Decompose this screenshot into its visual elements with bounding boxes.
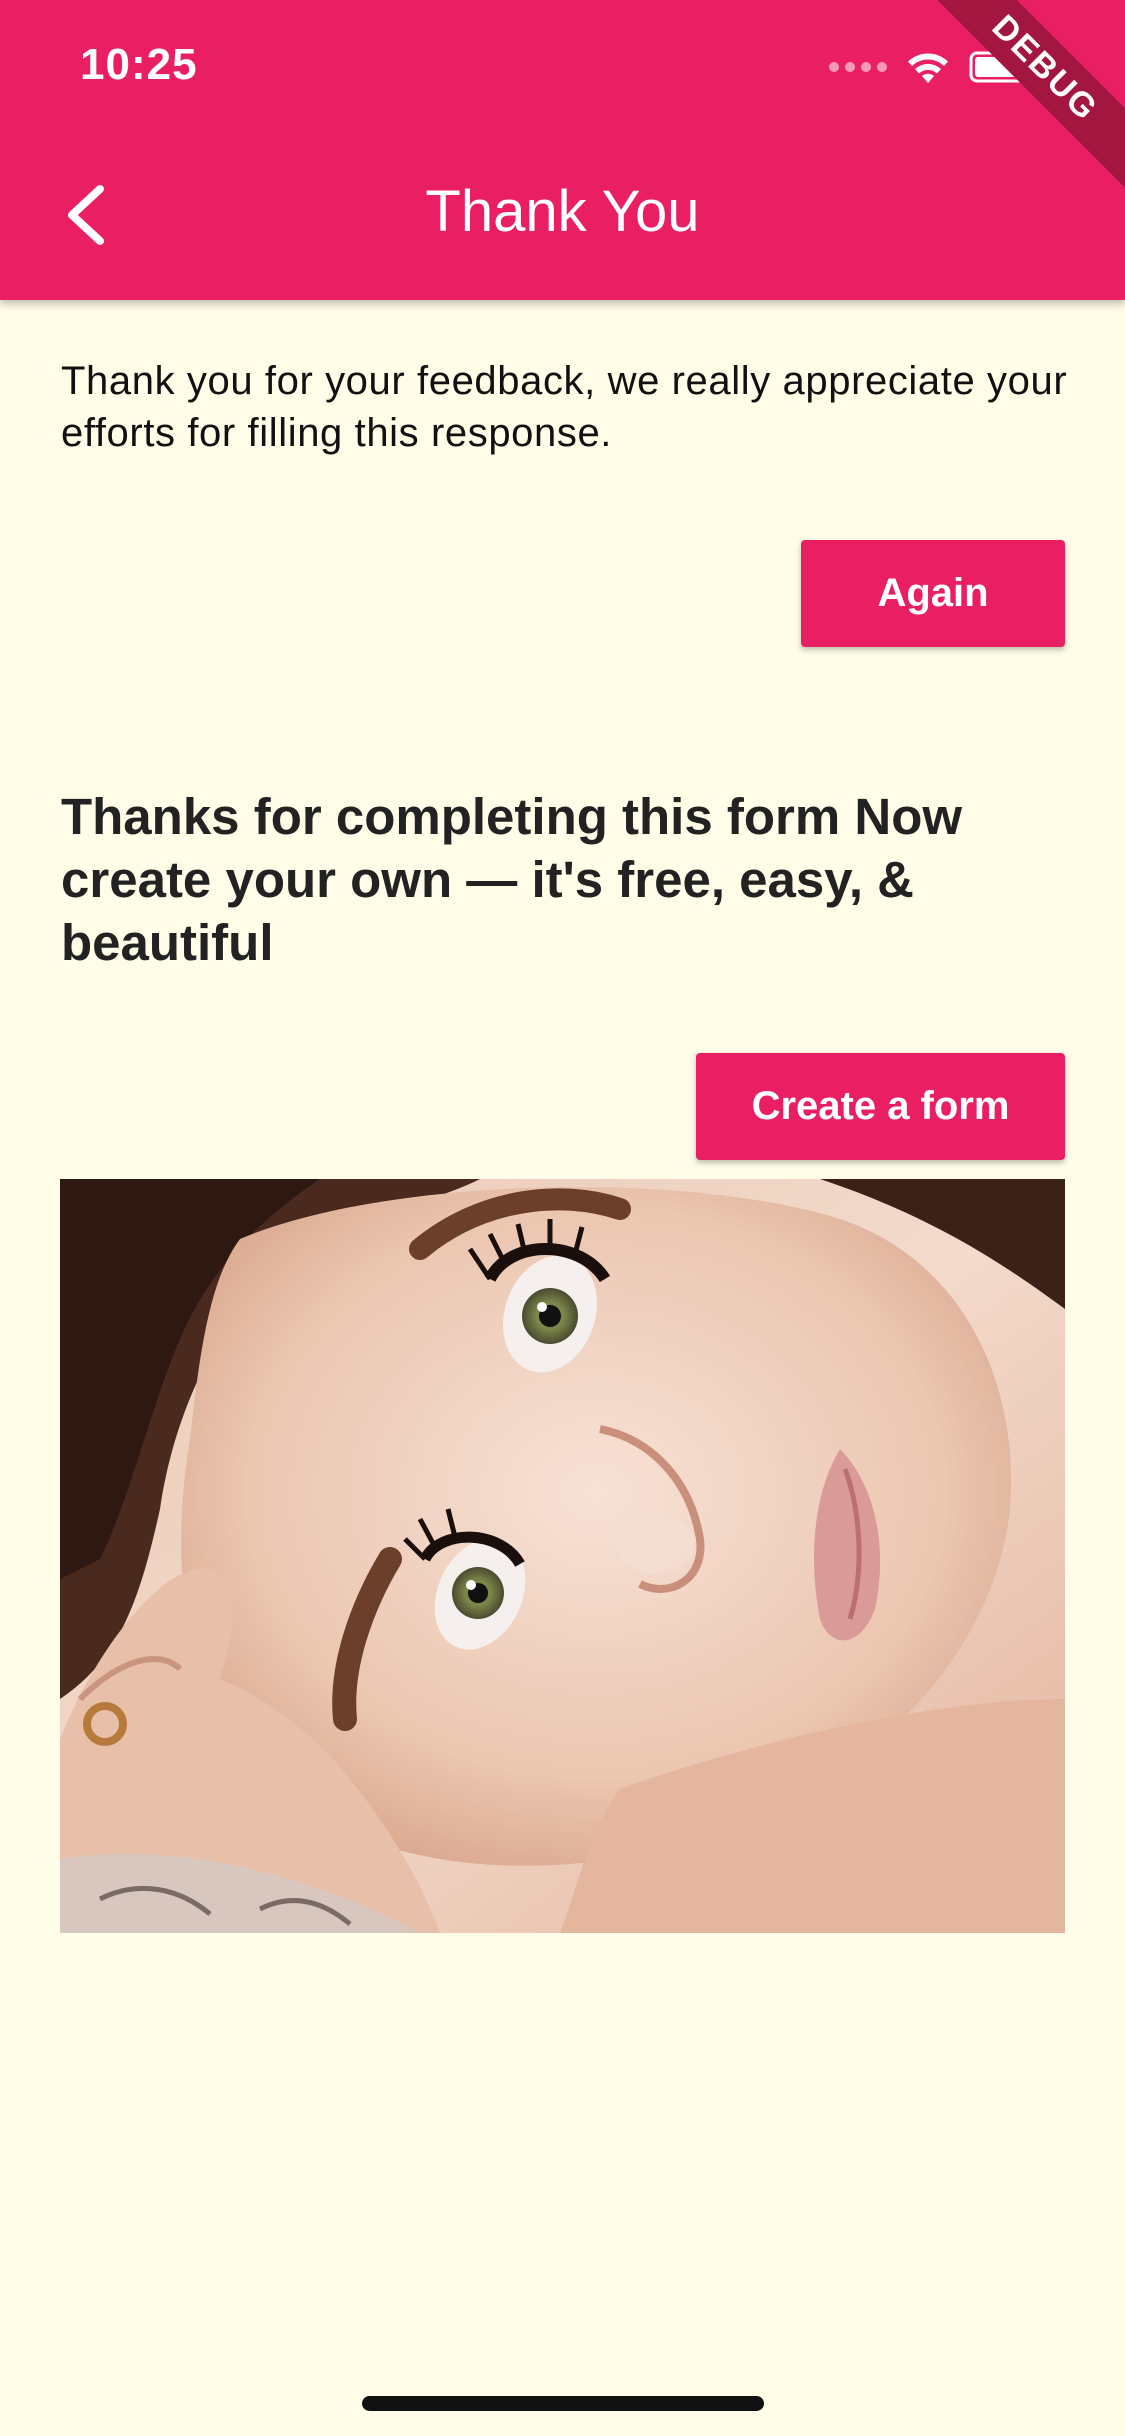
promo-heading: Thanks for completing this form Now crea… bbox=[61, 788, 963, 971]
again-button[interactable]: Again bbox=[801, 540, 1065, 647]
thank-you-message: Thank you for your feedback, we really a… bbox=[61, 359, 1068, 455]
app-bar: 10:25 DEBUG Thank You bbox=[0, 0, 1125, 300]
thank-you-screen: 10:25 DEBUG Thank You Thank you for your… bbox=[0, 0, 1125, 2436]
portrait-photo bbox=[60, 1179, 1065, 1933]
create-form-button[interactable]: Create a form bbox=[696, 1053, 1065, 1160]
status-time: 10:25 bbox=[80, 40, 198, 89]
wifi-icon bbox=[908, 53, 948, 83]
home-indicator[interactable] bbox=[362, 2396, 764, 2411]
cellular-signal-icon bbox=[829, 62, 887, 72]
page-title: Thank You bbox=[425, 179, 700, 244]
debug-banner: DEBUG bbox=[919, 0, 1125, 194]
